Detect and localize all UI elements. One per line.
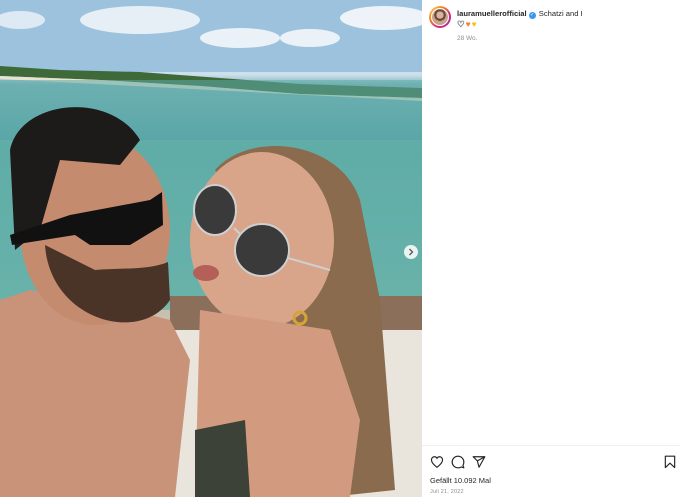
share-button[interactable] — [472, 455, 486, 469]
action-bar — [430, 455, 676, 469]
caption-emojis: ♡ ♥ ♥ — [457, 19, 477, 30]
post-age[interactable]: 28 Wo. — [457, 35, 477, 42]
orange-heart-icon: ♥ — [465, 19, 471, 29]
avatar[interactable] — [429, 6, 451, 28]
caption-line: lauramuellerofficial ✓ Schatzi and I — [457, 9, 583, 19]
next-photo-button[interactable] — [404, 245, 418, 259]
caption-text: Schatzi and I — [538, 9, 583, 18]
post-sidebar: lauramuellerofficial ✓ Schatzi and I ♡ ♥ … — [422, 0, 680, 497]
likes-count[interactable]: Gefällt 10.092 Mal — [430, 476, 491, 485]
verified-badge-icon: ✓ — [528, 12, 536, 19]
username-link[interactable]: lauramuellerofficial — [457, 9, 527, 18]
chevron-right-icon — [409, 248, 414, 256]
avatar-image — [431, 8, 449, 26]
comment-button[interactable] — [451, 455, 465, 469]
save-button[interactable] — [664, 455, 678, 469]
heart-outline-icon — [430, 456, 444, 468]
photo-scene — [0, 0, 422, 497]
yellow-heart-icon: ♥ — [471, 19, 477, 29]
post-date: Juli 21, 2022 — [430, 489, 464, 495]
divider — [422, 445, 680, 446]
paper-plane-icon — [472, 456, 486, 468]
bookmark-icon — [664, 455, 676, 469]
white-heart-icon: ♡ — [457, 19, 465, 30]
like-button[interactable] — [430, 455, 444, 469]
comment-bubble-icon — [451, 455, 465, 469]
post-photo[interactable] — [0, 0, 422, 497]
